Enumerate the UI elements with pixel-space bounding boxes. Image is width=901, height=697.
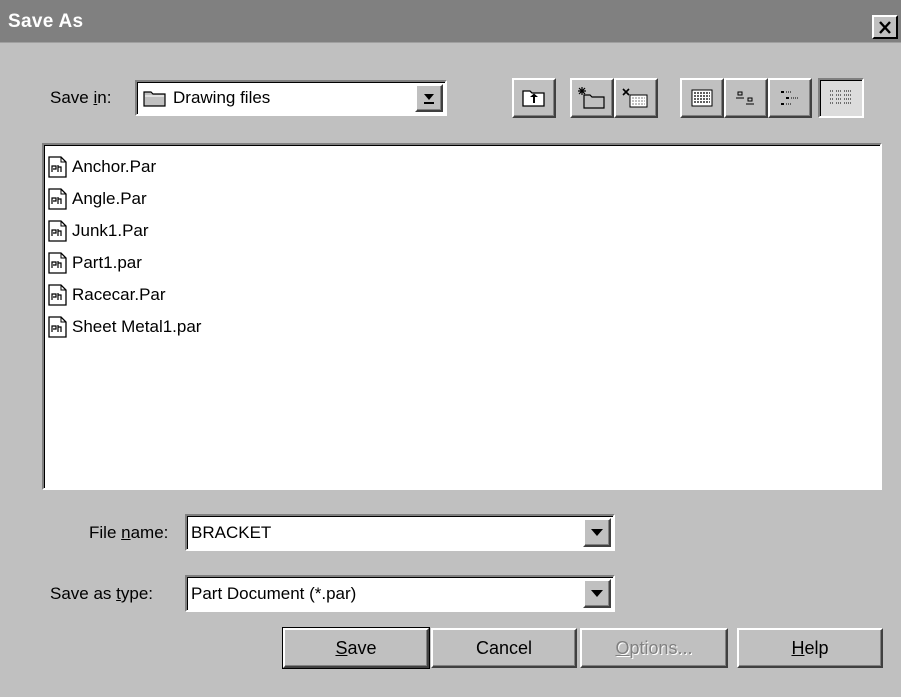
- part-document-icon: [48, 316, 68, 338]
- save-button[interactable]: Save: [283, 628, 429, 668]
- save-in-label: Save in:: [50, 88, 112, 107]
- large-icons-view-button[interactable]: [768, 78, 812, 118]
- part-document-icon: [48, 156, 68, 178]
- file-name-combobox[interactable]: BRACKET: [185, 514, 615, 551]
- title-bar: Save As: [0, 0, 901, 43]
- list-view-icon: [691, 89, 713, 107]
- save-as-type-value: Part Document (*.par): [191, 584, 357, 603]
- save-as-type-dropdown[interactable]: Part Document (*.par): [185, 575, 615, 612]
- up-one-level-button[interactable]: [512, 78, 556, 118]
- chevron-down-icon: [591, 528, 603, 536]
- details-view-button[interactable]: [818, 78, 864, 118]
- file-name-dropdown-button[interactable]: [583, 518, 611, 547]
- list-view-button[interactable]: [680, 78, 724, 118]
- part-document-icon: [48, 284, 68, 306]
- cancel-button-label: Cancel: [475, 637, 533, 658]
- file-name-text: Sheet Metal1.par: [72, 317, 202, 336]
- folder-icon: [143, 91, 166, 107]
- file-name-text: Junk1.Par: [72, 221, 149, 240]
- file-name-label: File name:: [89, 523, 169, 542]
- save-in-dropdown[interactable]: Drawing files: [135, 80, 447, 116]
- large-icons-icon: [781, 91, 798, 105]
- file-name-text: Part1.par: [72, 253, 142, 272]
- file-list-item[interactable]: Anchor.Par: [48, 151, 876, 183]
- cancel-button[interactable]: Cancel: [431, 628, 577, 668]
- help-button-label: Help: [791, 637, 829, 658]
- file-list-item[interactable]: Racecar.Par: [48, 279, 876, 311]
- file-list[interactable]: Anchor.Par Angle.Par Junk1.Par Part1.par Rac…: [42, 143, 882, 490]
- save-in-value: Drawing files: [173, 88, 271, 107]
- part-document-icon: [48, 188, 68, 210]
- down-arrow-underline-icon: [424, 94, 434, 104]
- save-button-label: Save: [335, 637, 377, 658]
- create-new-folder-button[interactable]: [570, 78, 614, 118]
- file-name-text: Racecar.Par: [72, 285, 166, 304]
- save-in-dropdown-button[interactable]: [415, 84, 443, 112]
- file-list-item[interactable]: Junk1.Par: [48, 215, 876, 247]
- part-document-icon: [48, 220, 68, 242]
- close-icon: [879, 20, 891, 34]
- close-button[interactable]: [872, 15, 898, 39]
- options-button-label: Options...: [615, 637, 693, 658]
- file-name-text: Anchor.Par: [72, 157, 157, 176]
- chevron-down-icon: [591, 589, 603, 597]
- save-as-type-dropdown-button[interactable]: [583, 579, 611, 608]
- options-button: Options...: [580, 628, 728, 668]
- create-new-folder-icon: [578, 87, 605, 109]
- delete-icon: [622, 88, 648, 108]
- file-name-input[interactable]: BRACKET: [191, 523, 271, 543]
- window-title: Save As: [8, 11, 84, 32]
- save-as-type-label: Save as type:: [50, 584, 154, 603]
- help-button[interactable]: Help: [737, 628, 883, 668]
- delete-button[interactable]: [614, 78, 658, 118]
- part-document-icon: [48, 252, 68, 274]
- file-list-item[interactable]: Sheet Metal1.par: [48, 311, 876, 343]
- details-view-icon: [830, 90, 852, 104]
- file-list-item[interactable]: Part1.par: [48, 247, 876, 279]
- small-icons-view-button[interactable]: [724, 78, 768, 118]
- file-name-text: Angle.Par: [72, 189, 147, 208]
- file-list-item[interactable]: Angle.Par: [48, 183, 876, 215]
- small-icons-icon: [736, 91, 754, 105]
- up-one-level-icon: [522, 90, 545, 107]
